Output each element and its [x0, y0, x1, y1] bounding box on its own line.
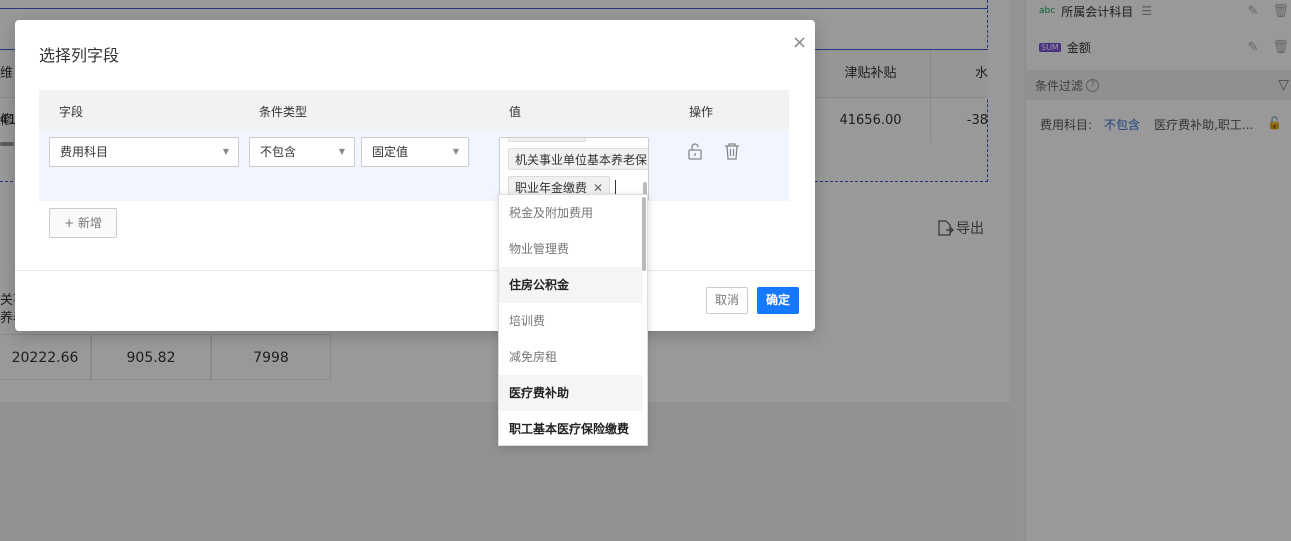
dropdown-option[interactable]: 减免房租 [499, 339, 643, 375]
value-chip [508, 138, 586, 142]
chevron-down-icon: ▼ [338, 147, 345, 156]
field-select-value: 费用科目 [60, 145, 109, 159]
value-type-select[interactable]: 固定值 ▼ [361, 137, 469, 167]
value-chip: 机关事业单位基本养老保 [508, 148, 648, 170]
close-icon[interactable]: × [792, 32, 807, 53]
header-value: 值 [509, 105, 522, 119]
value-dropdown-list: 税金及附加费用 物业管理费 住房公积金 培训费 减免房租 医疗费补助 职工基本医… [498, 194, 648, 446]
condition-table-header: 字段 条件类型 值 操作 [39, 90, 789, 130]
unlock-icon[interactable] [687, 142, 703, 164]
dialog-title: 选择列字段 [39, 46, 120, 65]
dropdown-option[interactable]: 物业管理费 [499, 231, 643, 267]
header-condition-type: 条件类型 [259, 105, 308, 119]
chevron-down-icon: ▼ [222, 147, 229, 156]
chip-remove-icon[interactable]: ✕ [593, 181, 603, 195]
dropdown-option[interactable]: 税金及附加费用 [499, 195, 643, 231]
confirm-button[interactable]: 确定 [757, 287, 799, 314]
dialog-footer [15, 270, 815, 331]
value-multiselect[interactable]: 机关事业单位基本养老保 职业年金缴费 ✕ [499, 137, 649, 201]
cancel-button[interactable]: 取消 [706, 287, 748, 314]
chip-label: 职业年金缴费 [515, 181, 588, 195]
field-select[interactable]: 费用科目 ▼ [49, 137, 239, 167]
chevron-down-icon: ▼ [452, 147, 459, 156]
value-type-select-value: 固定值 [372, 145, 409, 159]
condition-select-value: 不包含 [260, 145, 297, 159]
dropdown-option[interactable]: 住房公积金 [499, 267, 643, 303]
text-cursor [615, 180, 616, 194]
header-field: 字段 [59, 105, 84, 119]
select-column-dialog: 选择列字段 × 字段 条件类型 值 操作 费用科目 ▼ 不包含 ▼ 固定值 ▼ … [15, 20, 815, 331]
dropdown-option[interactable]: 医疗费补助 [499, 375, 643, 411]
dropdown-option[interactable]: 职工基本医疗保险缴费 [499, 411, 643, 445]
condition-select[interactable]: 不包含 ▼ [249, 137, 355, 167]
header-action: 操作 [689, 105, 714, 119]
chip-label: 机关事业单位基本养老保 [515, 153, 648, 167]
dropdown-scrollbar[interactable] [642, 197, 646, 271]
trash-icon[interactable] [724, 142, 740, 164]
add-condition-button[interactable]: + 新增 [49, 208, 117, 238]
dropdown-option[interactable]: 培训费 [499, 303, 643, 339]
